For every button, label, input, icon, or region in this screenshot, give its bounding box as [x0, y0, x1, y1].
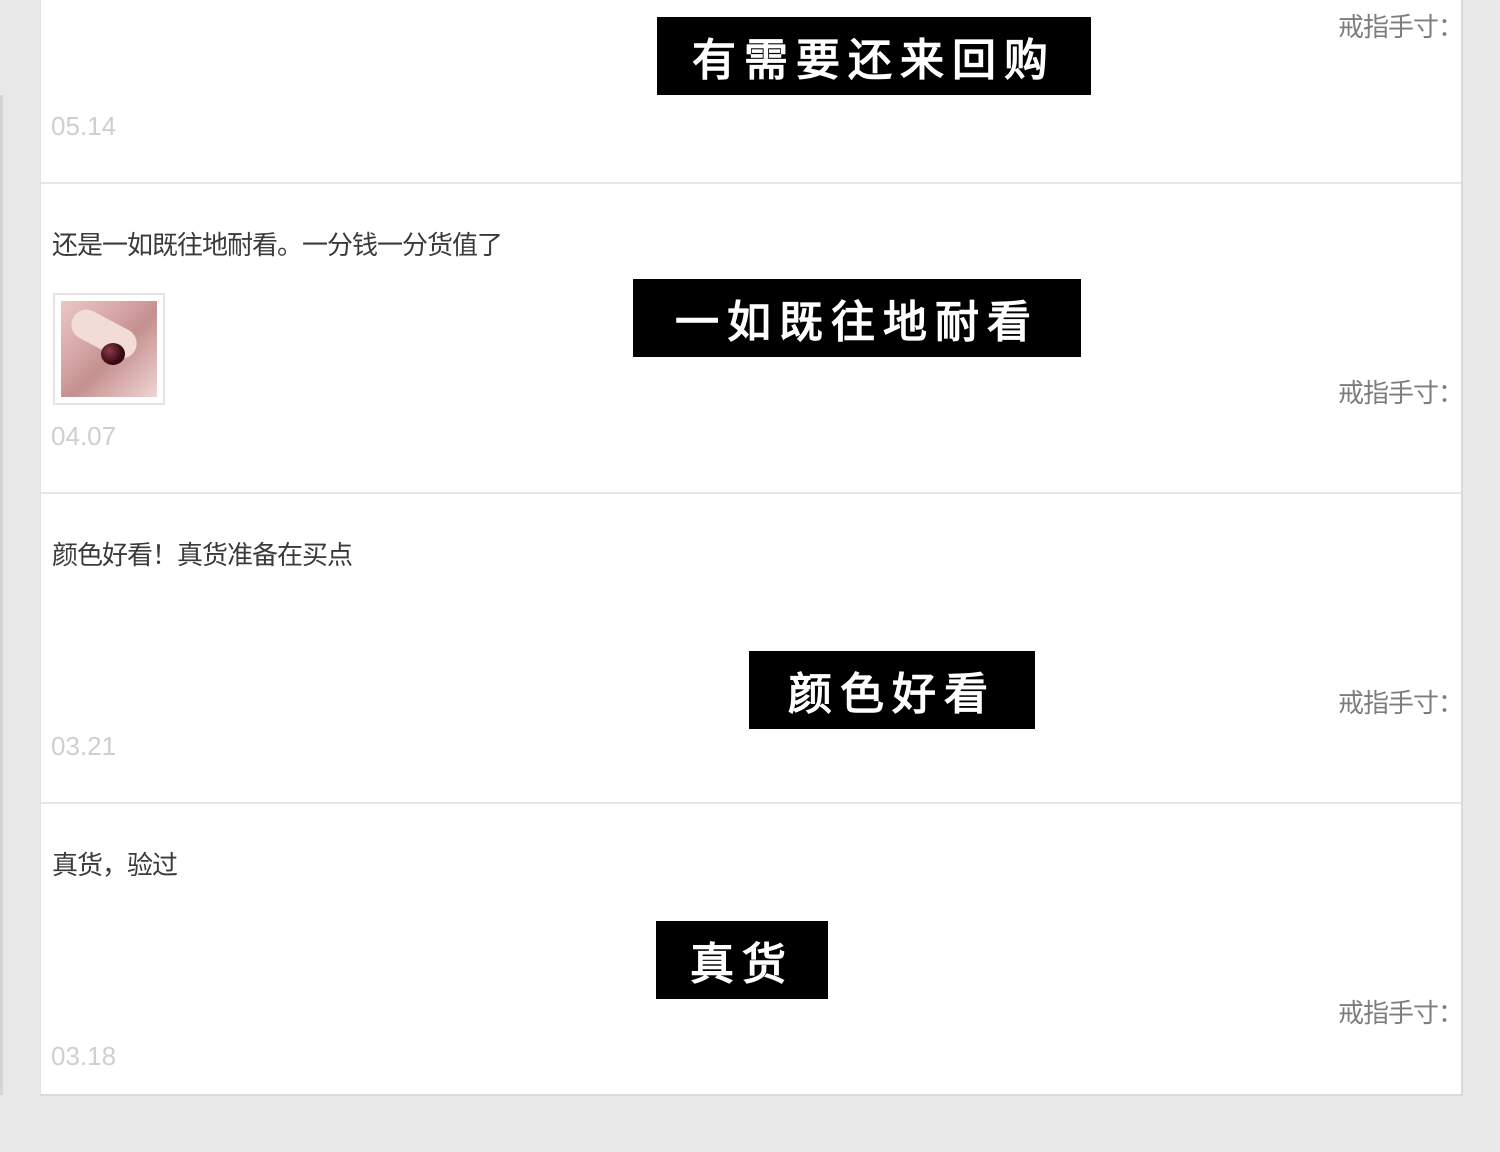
review-highlight-banner: 真货	[656, 921, 828, 999]
review-highlight-banner: 有需要还来回购	[657, 17, 1091, 95]
review-text: 真货，验过	[52, 851, 178, 881]
gem-icon	[101, 343, 125, 365]
review-photo-thumbnail[interactable]	[53, 293, 165, 405]
review-highlight-banner: 一如既往地耐看	[633, 279, 1081, 357]
review-item: 还是一如既往地耐看。一分钱一分货值了 一如既往地耐看 04.07 戒指手寸：	[41, 184, 1464, 494]
review-text: 颜色好看！真货准备在买点	[52, 541, 353, 571]
review-date: 03.21	[51, 731, 117, 761]
review-spec-ring-size: 戒指手寸：	[1337, 379, 1464, 409]
review-date: 05.14	[51, 111, 117, 141]
review-date: 04.07	[51, 421, 117, 451]
review-text: 还是一如既往地耐看。一分钱一分货值了	[52, 231, 503, 261]
review-spec-ring-size: 戒指手寸：	[1337, 689, 1464, 719]
review-spec-ring-size: 戒指手寸：	[1337, 999, 1464, 1029]
review-date: 03.18	[51, 1041, 117, 1071]
ring-photo-image	[61, 301, 157, 397]
review-item: 颜色好看！真货准备在买点 颜色好看 03.21 戒指手寸：	[41, 494, 1464, 804]
review-list: 有需要还来回购 05.14 戒指手寸： 还是一如既往地耐看。一分钱一分货值了 一…	[40, 0, 1464, 1096]
left-border-strip	[0, 95, 3, 1095]
review-item: 有需要还来回购 05.14 戒指手寸：	[41, 0, 1464, 184]
review-spec-ring-size: 戒指手寸：	[1337, 13, 1464, 43]
review-highlight-banner: 颜色好看	[749, 651, 1035, 729]
review-item: 真货，验过 真货 03.18 戒指手寸：	[41, 804, 1464, 1094]
